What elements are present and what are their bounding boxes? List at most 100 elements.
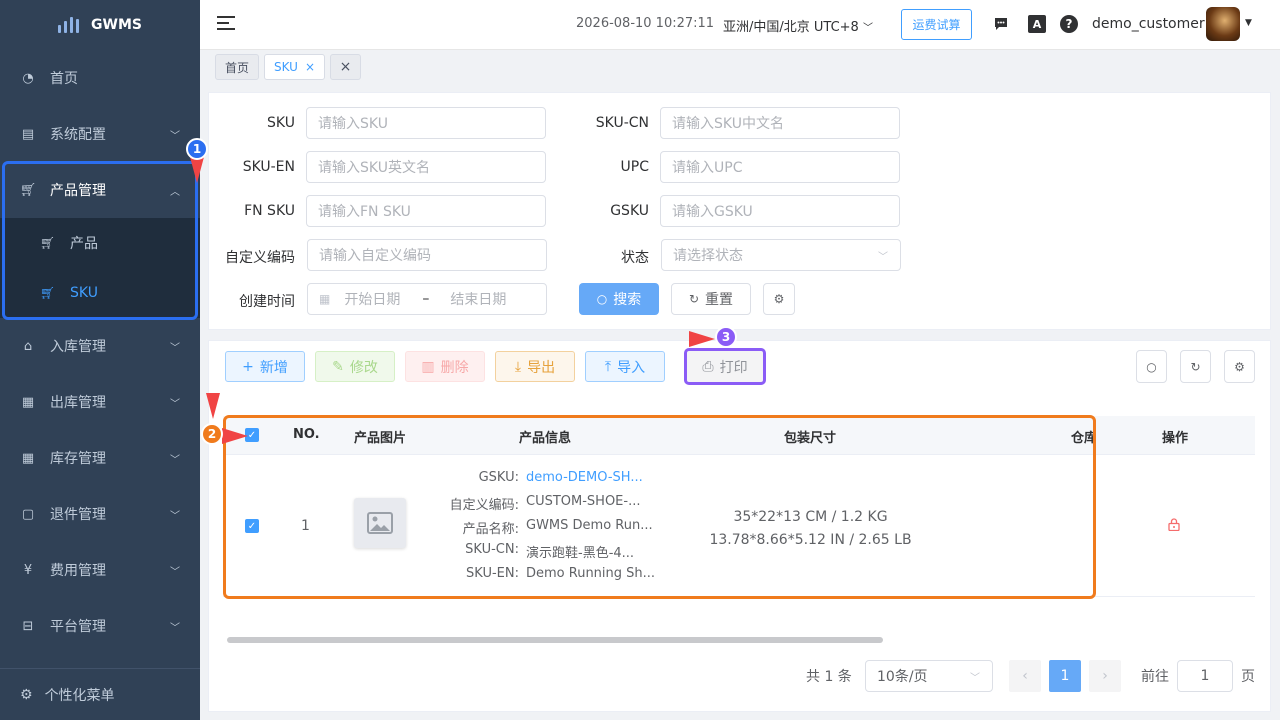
status-select[interactable]: 请选择状态 ﹀ — [661, 239, 901, 271]
username[interactable]: demo_customer — [1092, 16, 1205, 32]
custom-menu-link[interactable]: ⚙ 个性化菜单 — [0, 668, 200, 720]
chevron-down-icon: ﹀ — [170, 398, 180, 410]
annotation-highlight-product-menu — [2, 161, 198, 320]
sidebar-item-fees[interactable]: ¥ 费用管理 ﹀ — [0, 542, 200, 598]
column-settings-button[interactable]: ⚙ — [1224, 350, 1255, 383]
caret-down-icon[interactable]: ▼ — [1245, 18, 1252, 28]
current-datetime: 2026-08-10 10:27:11 — [576, 16, 715, 31]
goto-label: 前往 — [1141, 669, 1169, 685]
page-size-value: 10条/页 — [877, 669, 928, 685]
annotation-pointer-2b — [222, 428, 248, 444]
outbound-icon: ▦ — [21, 394, 35, 410]
gsku-input[interactable]: 请输入GSKU — [660, 195, 900, 227]
sidebar-item-outbound[interactable]: ▦ 出库管理 ﹀ — [0, 374, 200, 430]
import-button[interactable]: ⤒ 导入 — [585, 351, 665, 382]
sidebar-item-label: 入库管理 — [50, 339, 106, 355]
sku-input[interactable]: 请输入SKU — [306, 107, 546, 139]
upc-input[interactable]: 请输入UPC — [660, 151, 900, 183]
export-button[interactable]: ⤓ 导出 — [495, 351, 575, 382]
annotation-badge-2: 2 — [201, 423, 223, 445]
sku-en-input[interactable]: 请输入SKU英文名 — [306, 151, 546, 183]
print-button-label: 打印 — [719, 359, 748, 376]
lock-icon[interactable] — [1168, 518, 1180, 534]
toggle-search-button[interactable]: ○ — [1136, 350, 1167, 383]
end-date[interactable]: 结束日期 — [450, 289, 506, 309]
avatar[interactable] — [1206, 7, 1240, 41]
print-button[interactable]: ⎙ 打印 — [684, 348, 766, 385]
search-button-label: 搜索 — [613, 292, 642, 308]
calendar-icon: ▦ — [319, 292, 331, 306]
plus-icon: + — [242, 358, 254, 375]
trash-icon: ▥ — [421, 358, 435, 375]
sidebar: GWMS ◔ 首页 ▤ 系统配置 ﹀ 🛒︎ 产品管理 ︿ 🛒︎ 产品 🛒︎ SK… — [0, 0, 200, 720]
sidebar-item-home[interactable]: ◔ 首页 — [0, 50, 200, 106]
top-bar: 2026-08-10 10:27:11 亚洲/中国/北京 UTC+8 ﹀ 运费试… — [200, 0, 1280, 50]
reset-button-label: 重置 — [705, 292, 734, 308]
tags-view: 首页 SKU × × — [200, 50, 1280, 86]
dashboard-icon: ◔ — [22, 70, 34, 86]
refresh-button[interactable]: ↻ — [1180, 350, 1211, 383]
filter-settings-button[interactable]: ⚙ — [763, 283, 795, 315]
sidebar-item-label: 退件管理 — [50, 507, 106, 523]
annotation-badge-3: 3 — [715, 326, 737, 348]
close-icon[interactable]: × — [305, 60, 315, 74]
sidebar-item-platform[interactable]: ⊟ 平台管理 ﹀ — [0, 598, 200, 654]
next-page-button[interactable]: › — [1089, 660, 1121, 692]
horizontal-scrollbar[interactable] — [227, 637, 883, 643]
app-logo[interactable]: GWMS — [0, 0, 200, 50]
sidebar-item-system-config[interactable]: ▤ 系统配置 ﹀ — [0, 106, 200, 162]
start-date[interactable]: 开始日期 — [344, 289, 422, 309]
yuan-icon: ¥ — [23, 562, 33, 578]
message-icon[interactable] — [992, 15, 1010, 33]
language-icon[interactable]: A — [1028, 15, 1046, 33]
reset-button[interactable]: ↻ 重置 — [671, 283, 751, 315]
export-button-label: 导出 — [527, 359, 556, 376]
sku-en-label: SKU-EN — [242, 159, 295, 175]
created-time-label: 创建时间 — [239, 294, 295, 310]
sku-label: SKU — [267, 115, 295, 131]
inventory-icon: ▦ — [21, 450, 35, 466]
annotation-highlight-table — [223, 415, 1096, 599]
chevron-down-icon: ﹀ — [862, 23, 873, 34]
column-header-ops: 操作 — [1162, 431, 1189, 446]
timezone-selector[interactable]: 亚洲/中国/北京 UTC+8 ﹀ — [723, 16, 873, 35]
date-range-picker[interactable]: ▦ 开始日期 – 结束日期 — [307, 283, 547, 315]
edit-button[interactable]: ✎ 修改 — [315, 351, 395, 382]
logo-icon — [58, 17, 80, 33]
annotation-pointer-3 — [689, 331, 715, 347]
custom-code-input[interactable]: 请输入自定义编码 — [307, 239, 547, 271]
help-icon[interactable]: ? — [1060, 15, 1078, 33]
sidebar-item-inventory[interactable]: ▦ 库存管理 ﹀ — [0, 430, 200, 486]
menu-toggle-icon[interactable] — [217, 16, 235, 32]
freight-calculator-button[interactable]: 运费试算 — [901, 9, 972, 40]
gear-icon: ⚙ — [773, 292, 785, 306]
sidebar-item-label: 出库管理 — [50, 395, 106, 411]
tab-sku[interactable]: SKU × — [264, 54, 326, 80]
chevron-down-icon: ﹀ — [170, 566, 180, 578]
page-size-select[interactable]: 10条/页 ﹀ — [865, 660, 993, 692]
delete-button[interactable]: ▥ 删除 — [405, 351, 485, 382]
edit-icon: ✎ — [332, 358, 344, 375]
delete-button-label: 删除 — [440, 359, 469, 376]
page-suffix: 页 — [1241, 669, 1255, 685]
annotation-pointer-1 — [190, 157, 204, 183]
prev-page-button[interactable]: ‹ — [1009, 660, 1041, 692]
search-button[interactable]: ○ 搜索 — [579, 283, 659, 315]
sku-cn-input[interactable]: 请输入SKU中文名 — [660, 107, 900, 139]
printer-icon: ⎙ — [702, 358, 714, 375]
tab-label: SKU — [274, 60, 298, 74]
sidebar-item-inbound[interactable]: ⌂ 入库管理 ﹀ — [0, 318, 200, 374]
tab-home[interactable]: 首页 — [215, 54, 260, 80]
fn-sku-input[interactable]: 请输入FN SKU — [306, 195, 546, 227]
gsku-label: GSKU — [610, 203, 649, 219]
timezone-label: 亚洲/中国/北京 UTC+8 — [723, 20, 859, 35]
system-config-icon: ▤ — [21, 126, 35, 142]
sidebar-item-returns[interactable]: ▢ 退件管理 ﹀ — [0, 486, 200, 542]
goto-page-input[interactable]: 1 — [1177, 660, 1233, 692]
add-button[interactable]: + 新增 — [225, 351, 305, 382]
page-1-button[interactable]: 1 — [1049, 660, 1081, 692]
search-icon: ○ — [596, 292, 608, 306]
chevron-right-icon: › — [1102, 668, 1108, 684]
add-button-label: 新增 — [259, 359, 288, 376]
close-all-tabs-button[interactable]: × — [330, 54, 361, 80]
